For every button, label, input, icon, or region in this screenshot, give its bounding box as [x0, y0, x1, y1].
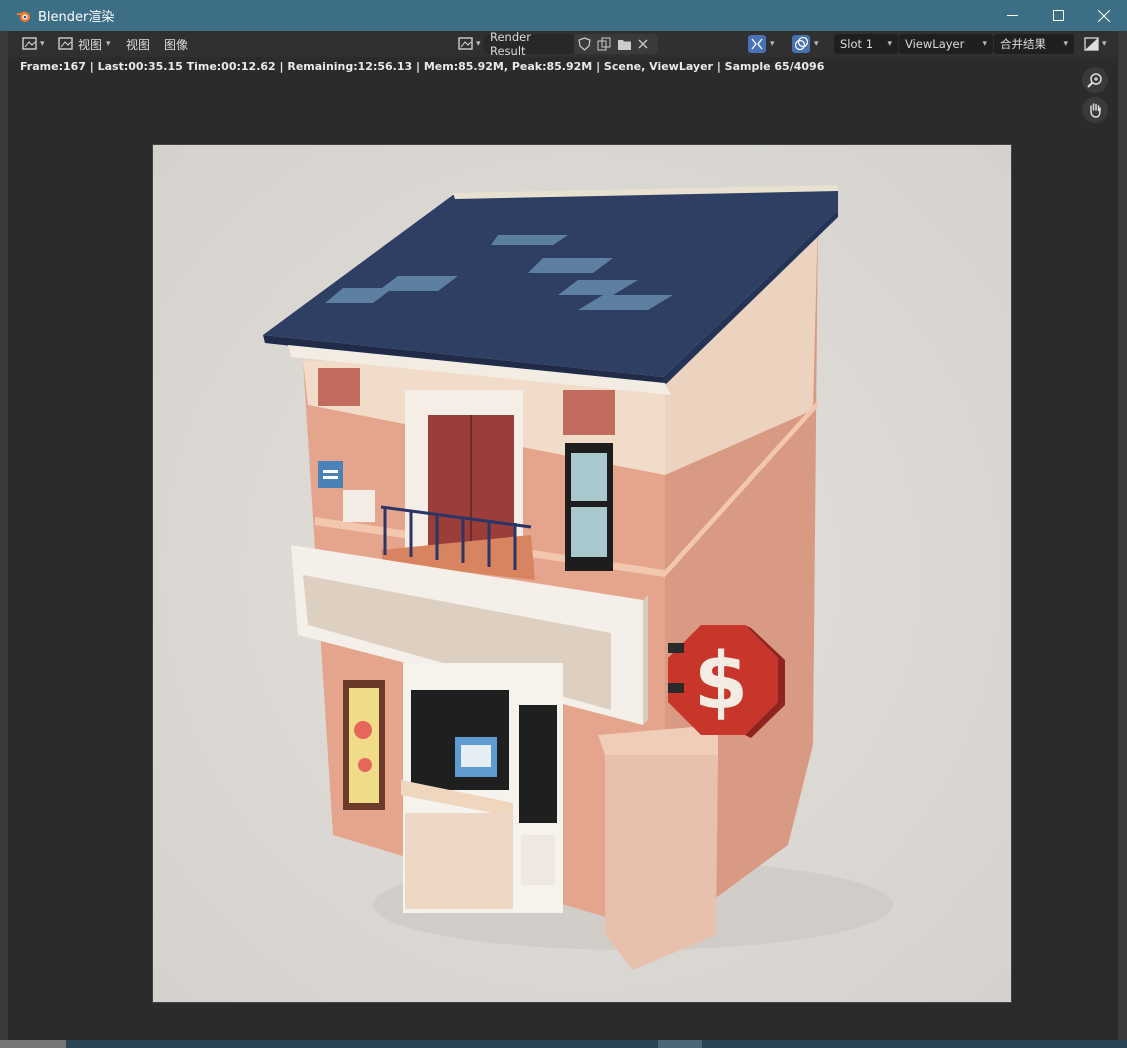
overlay-icon — [792, 35, 810, 53]
chevron-down-icon: ▾ — [1102, 39, 1107, 49]
chevron-down-icon: ▾ — [476, 39, 481, 49]
shield-icon[interactable] — [578, 37, 591, 51]
display-channels-dropdown[interactable]: ▾ — [1080, 34, 1111, 54]
image-editor-icon — [22, 37, 37, 50]
uv-sync-icon — [748, 35, 766, 53]
chevron-down-icon: ▾ — [770, 39, 775, 49]
chevron-down-icon: ▾ — [887, 39, 892, 49]
house-render: $ — [153, 145, 1011, 1002]
editor-type-dropdown[interactable]: ▾ — [18, 34, 49, 54]
view-layer-select[interactable]: ViewLayer ▾ — [899, 34, 993, 54]
chevron-down-icon: ▾ — [814, 39, 819, 49]
image-editor-header: ▾ 视图 ▾ 视图 图像 ▾ Render Result ▾ ▾ Slot 1 … — [8, 30, 1118, 58]
window-title: Blender渲染 — [38, 10, 115, 25]
maximize-icon[interactable] — [1035, 0, 1081, 31]
desktop-edge-left — [0, 0, 8, 1048]
image-name: Render Result — [490, 30, 531, 58]
blender-logo-icon — [17, 10, 30, 22]
close-icon[interactable] — [1081, 0, 1127, 31]
browse-image-dropdown[interactable]: ▾ — [454, 34, 485, 54]
render-result-image: $ — [153, 145, 1011, 1002]
image-browse-icon — [458, 37, 473, 50]
hand-pan-icon[interactable] — [1082, 97, 1108, 123]
menu-image[interactable]: 图像 — [158, 36, 194, 53]
window-title-bar[interactable]: Blender渲染 — [0, 0, 1127, 31]
bottom-status-strip — [0, 1040, 1127, 1048]
slot-select[interactable]: Slot 1 ▾ — [834, 34, 898, 54]
image-view-icon — [58, 37, 73, 50]
render-pass-select[interactable]: 合并结果 ▾ — [994, 34, 1074, 54]
slot-value: Slot 1 — [840, 37, 874, 51]
window-controls — [989, 0, 1127, 31]
minimize-icon[interactable] — [989, 0, 1035, 31]
image-actions — [574, 34, 658, 54]
status-segment — [658, 1040, 702, 1048]
chevron-down-icon: ▾ — [106, 39, 111, 49]
close-icon[interactable] — [638, 39, 648, 49]
svg-text:$: $ — [694, 637, 748, 727]
folder-icon[interactable] — [617, 38, 632, 51]
zoom-icon[interactable] — [1082, 67, 1108, 93]
image-name-field[interactable]: Render Result — [484, 30, 574, 58]
render-pass-value: 合并结果 — [1000, 37, 1046, 51]
view-menu-icon-dropdown[interactable]: 视图 ▾ — [54, 34, 115, 54]
view-layer-value: ViewLayer — [905, 37, 965, 51]
render-status-text: Frame:167 | Last:00:35.15 Time:00:12.62 … — [8, 57, 1118, 77]
uv-sync-toggle[interactable]: ▾ — [744, 34, 779, 54]
menu-view-1: 视图 — [78, 37, 103, 52]
chevron-down-icon: ▾ — [1063, 39, 1068, 49]
desktop-edge-right — [1118, 0, 1127, 1048]
chevron-down-icon: ▾ — [40, 39, 45, 49]
overlay-toggle[interactable]: ▾ — [788, 34, 823, 54]
chevron-down-icon: ▾ — [982, 39, 987, 49]
menu-view-2[interactable]: 视图 — [120, 36, 156, 53]
display-channels-icon — [1084, 37, 1099, 51]
duplicate-icon[interactable] — [597, 37, 611, 51]
status-segment — [0, 1040, 66, 1048]
